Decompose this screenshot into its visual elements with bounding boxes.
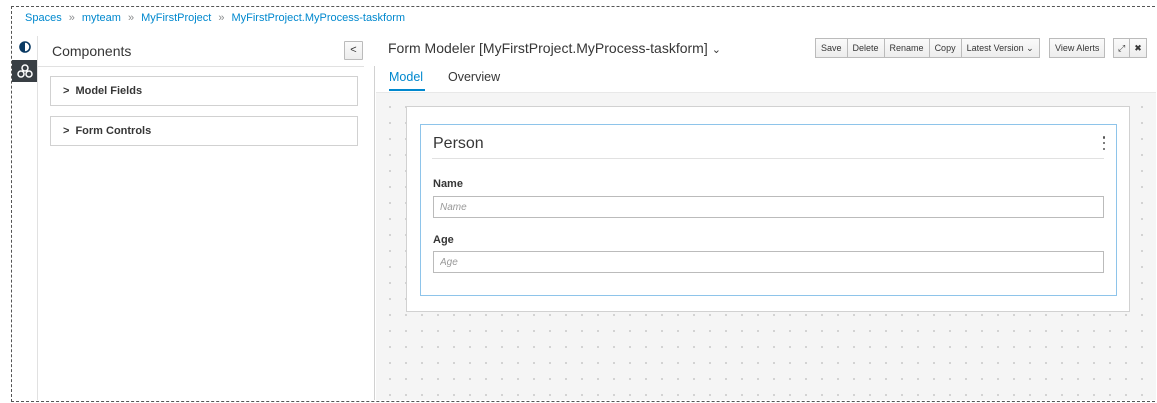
breadcrumb-separator: » — [127, 12, 135, 24]
maximize-icon[interactable]: ⤢ — [1113, 38, 1131, 58]
window-controls: ⤢ ✖ — [1113, 38, 1147, 58]
close-icon[interactable]: ✖ — [1129, 38, 1147, 58]
kebab-menu-icon[interactable] — [1102, 136, 1106, 150]
delete-button[interactable]: Delete — [846, 38, 885, 58]
tab-overview[interactable]: Overview — [448, 70, 500, 84]
age-label: Age — [433, 234, 454, 246]
accordion-model-fields[interactable]: > Model Fields — [50, 76, 358, 106]
accordion-label: Model Fields — [75, 85, 143, 97]
name-field[interactable] — [433, 196, 1104, 218]
form-title: Person — [433, 135, 484, 152]
rename-button[interactable]: Rename — [883, 38, 930, 58]
name-label: Name — [433, 178, 463, 190]
breadcrumb-separator: » — [218, 12, 225, 24]
view-alerts-button[interactable]: View Alerts — [1049, 38, 1106, 58]
title-divider — [432, 158, 1104, 159]
toolbar-actions: Save Delete Rename Copy Latest Version ⌄ — [815, 38, 1040, 58]
contrast-icon[interactable] — [12, 36, 37, 58]
latest-version-dropdown[interactable]: Latest Version ⌄ — [960, 38, 1040, 58]
accordion-form-controls[interactable]: > Form Controls — [50, 116, 358, 146]
active-tab-indicator — [389, 89, 425, 91]
breadcrumb-separator: » — [68, 12, 75, 24]
components-header: Components < — [38, 36, 364, 67]
chevron-down-icon: ⌄ — [1026, 43, 1034, 53]
components-title: Components — [52, 43, 132, 59]
editor-title-text: Form Modeler [MyFirstProject.MyProcess-t… — [388, 40, 708, 56]
age-field[interactable] — [433, 251, 1104, 273]
save-button[interactable]: Save — [815, 38, 848, 58]
copy-button[interactable]: Copy — [928, 38, 962, 58]
chevron-down-icon: ⌄ — [711, 44, 721, 56]
tab-model[interactable]: Model — [389, 70, 423, 84]
editor-tabs: Model Overview — [376, 62, 1156, 93]
components-icon[interactable] — [12, 60, 37, 82]
accordion-label: Form Controls — [75, 125, 152, 137]
breadcrumb-project[interactable]: MyFirstProject — [141, 12, 211, 24]
collapse-panel-button[interactable]: < — [344, 41, 363, 60]
side-icon-strip — [12, 36, 38, 400]
chevron-right-icon: > — [63, 85, 70, 97]
breadcrumb-spaces[interactable]: Spaces — [25, 12, 62, 24]
editor-title[interactable]: Form Modeler [MyFirstProject.MyProcess-t… — [388, 40, 721, 56]
breadcrumb-asset[interactable]: MyFirstProject.MyProcess-taskform — [231, 12, 405, 24]
breadcrumb-space[interactable]: myteam — [82, 12, 121, 24]
components-panel: > Model Fields > Form Controls — [38, 66, 375, 400]
alerts-group: View Alerts — [1049, 38, 1106, 58]
latest-version-label: Latest Version — [966, 43, 1024, 53]
breadcrumb: Spaces » myteam » MyFirstProject » MyFirstProj… — [25, 12, 405, 24]
chevron-right-icon: > — [63, 125, 70, 137]
